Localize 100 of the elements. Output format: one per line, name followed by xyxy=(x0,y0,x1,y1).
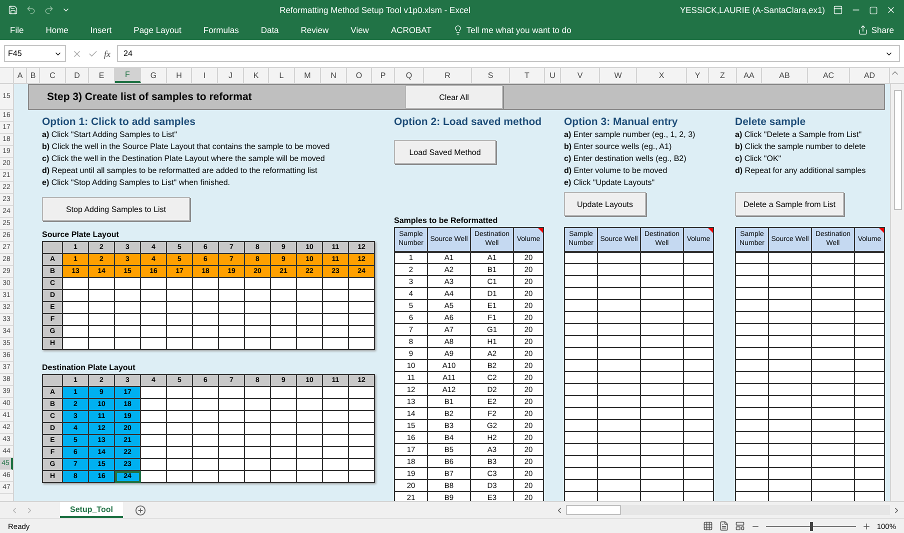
table-cell xyxy=(598,456,640,468)
table-cell xyxy=(640,348,684,360)
instruction-text: c) Enter destination wells (eg., B2) xyxy=(564,153,686,165)
table-cell xyxy=(768,372,812,384)
instruction-text: a) Enter sample number (eg., 1, 2, 3) xyxy=(564,129,696,141)
ribbon-tab[interactable]: View xyxy=(350,25,369,35)
formula-field[interactable]: 24 xyxy=(116,45,900,62)
scroll-right-icon[interactable] xyxy=(892,506,901,514)
table-cell xyxy=(812,396,854,408)
table-cell xyxy=(564,348,598,360)
table-cell xyxy=(640,444,684,456)
plate-corner-cell xyxy=(42,242,62,254)
ribbon-tab[interactable]: Page Layout xyxy=(134,25,182,35)
ribbon-tab[interactable]: Review xyxy=(300,25,329,35)
table-cell xyxy=(768,360,812,372)
table-cell xyxy=(812,468,854,480)
table-cell xyxy=(736,396,768,408)
table-cell xyxy=(768,468,812,480)
close-icon[interactable] xyxy=(886,5,896,15)
table-cell xyxy=(812,288,854,300)
table-cell xyxy=(812,420,854,432)
ribbon-tab[interactable]: ACROBAT xyxy=(390,25,432,35)
instruction-text: a) Click "Start Adding Samples to List" xyxy=(42,129,178,141)
table-cell xyxy=(598,396,640,408)
table-cell xyxy=(564,372,598,384)
ribbon-tab[interactable]: Data xyxy=(260,25,279,35)
table-cell xyxy=(736,456,768,468)
tell-me-field[interactable]: Tell me what you want to do xyxy=(466,25,572,35)
table-cell xyxy=(640,360,684,372)
zoom-thumb[interactable] xyxy=(810,522,813,530)
plate-title: Source Plate Layout xyxy=(42,229,119,241)
table-cell xyxy=(564,480,598,492)
table-cell xyxy=(640,468,684,480)
scroll-thumb[interactable] xyxy=(566,505,621,515)
table-cell xyxy=(640,276,684,288)
table-cell xyxy=(564,456,598,468)
name-box[interactable]: F45 xyxy=(4,45,66,62)
ribbon-tab[interactable]: Insert xyxy=(90,25,112,35)
table-cell xyxy=(768,300,812,312)
table-cell xyxy=(564,300,598,312)
ribbon-tab[interactable]: Home xyxy=(46,25,68,35)
update-layouts-button[interactable]: Update Layouts xyxy=(564,192,646,216)
table-cell xyxy=(640,288,684,300)
table-cell xyxy=(736,444,768,456)
table-cell xyxy=(564,360,598,372)
share-icon[interactable] xyxy=(858,25,868,35)
undo-icon[interactable] xyxy=(26,5,36,15)
table-cell xyxy=(768,408,812,420)
table-cell xyxy=(640,324,684,336)
table-cell xyxy=(736,336,768,348)
instruction-text: d) Repeat until all samples to be reformatted are added to the reformatting list xyxy=(42,165,318,177)
add-sheet-icon[interactable] xyxy=(134,504,146,516)
table-cell xyxy=(812,276,854,288)
scroll-thumb[interactable] xyxy=(894,90,902,210)
table-cell xyxy=(812,264,854,276)
page-break-icon[interactable] xyxy=(734,521,745,531)
share-button[interactable]: Share xyxy=(871,25,894,35)
redo-icon[interactable] xyxy=(44,5,54,15)
instruction-text: d) Repeat for any additional samples xyxy=(735,165,866,177)
delete-sample-button[interactable]: Delete a Sample from List xyxy=(735,192,844,216)
table-cell xyxy=(564,324,598,336)
table-cell xyxy=(768,264,812,276)
ribbon-tab[interactable]: File xyxy=(10,25,24,35)
table-cell xyxy=(736,408,768,420)
clear-all-button[interactable]: Clear All xyxy=(405,85,503,109)
zoom-in-icon[interactable] xyxy=(862,522,871,530)
page-layout-icon[interactable] xyxy=(718,521,729,531)
sheet-tab[interactable]: Setup_Tool xyxy=(60,502,123,518)
customize-toolbar-icon[interactable] xyxy=(62,6,70,14)
save-icon[interactable] xyxy=(8,5,18,15)
table-cell xyxy=(564,420,598,432)
table-cell xyxy=(812,312,854,324)
instruction-text: e) Click "Update Layouts" xyxy=(564,177,655,189)
table-cell xyxy=(812,300,854,312)
table-cell xyxy=(564,396,598,408)
column-header[interactable]: F xyxy=(115,68,141,83)
table-cell xyxy=(812,348,854,360)
stop-adding-button[interactable]: Stop Adding Samples to List xyxy=(42,197,190,221)
table-cell xyxy=(640,456,684,468)
column-header[interactable]: A xyxy=(14,68,27,83)
table-cell xyxy=(640,300,684,312)
ribbon-display-icon[interactable] xyxy=(833,5,843,15)
table-cell xyxy=(736,312,768,324)
ribbon-tab[interactable]: Formulas xyxy=(203,25,239,35)
table-cell xyxy=(768,420,812,432)
table-cell xyxy=(812,408,854,420)
table-cell xyxy=(598,288,640,300)
section-title: Step 3) Create list of samples to reformat xyxy=(46,91,253,103)
instruction-text: a) Click "Delete a Sample from List" xyxy=(735,129,862,141)
load-method-button[interactable]: Load Saved Method xyxy=(394,140,496,164)
table-cell xyxy=(736,300,768,312)
table-cell xyxy=(736,432,768,444)
maximize-icon[interactable] xyxy=(869,6,878,14)
table-cell xyxy=(640,312,684,324)
table-cell xyxy=(768,348,812,360)
normal-view-icon[interactable] xyxy=(702,521,713,531)
insert-function-button[interactable]: fx xyxy=(104,48,110,58)
table-cell xyxy=(768,384,812,396)
scroll-left-icon[interactable] xyxy=(555,506,564,514)
table-cell xyxy=(564,288,598,300)
